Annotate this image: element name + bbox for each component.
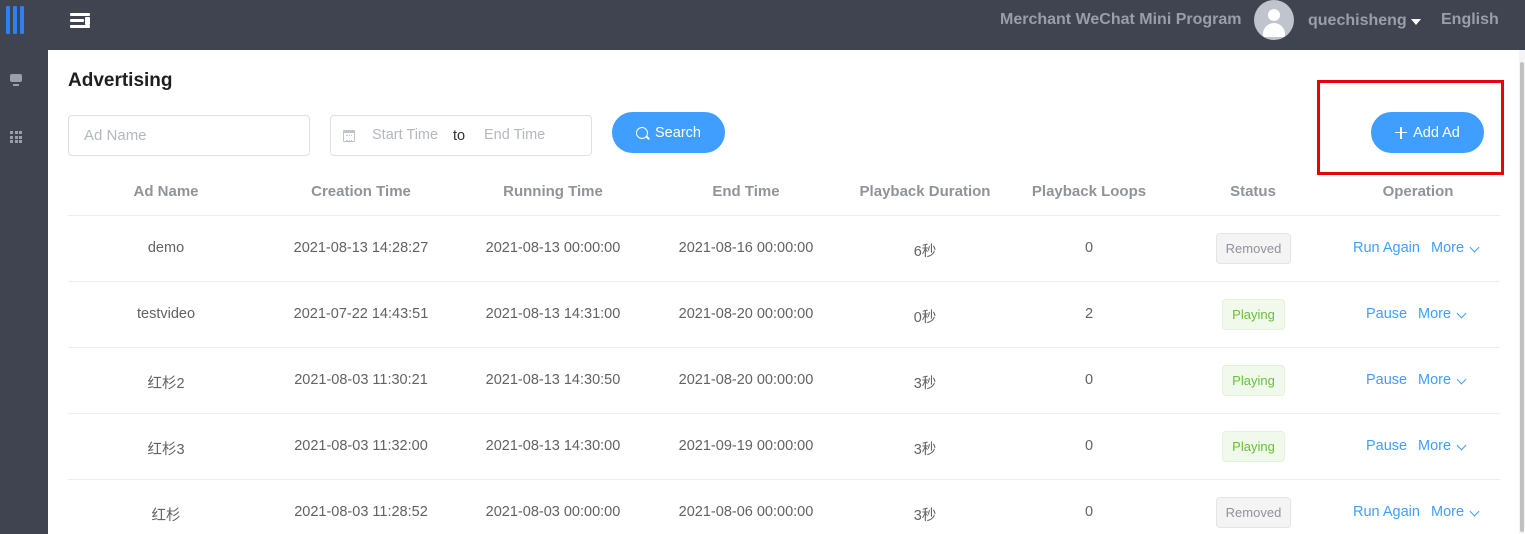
table-body: demo 2021-08-13 14:28:27 2021-08-13 00:0… [68,216,1500,534]
creation-time-cell: 2021-08-03 11:28:52 [294,504,428,520]
column-header-running-time: Running Time [503,183,603,200]
status-badge: Removed [1216,233,1291,264]
playback-loops-cell: 0 [1084,504,1094,520]
chevron-down-icon[interactable] [1469,506,1480,517]
running-time-cell: 2021-08-13 14:30:50 [485,372,621,388]
more-dropdown[interactable]: More [1418,306,1451,322]
creation-time-cell: 2021-07-22 14:43:51 [293,306,429,322]
search-button[interactable]: Search [612,112,725,153]
playback-loops-cell: 0 [1084,438,1094,454]
running-time-cell: 2021-08-13 14:30:00 [485,438,621,454]
status-badge: Removed [1216,497,1291,528]
end-time-cell: 2021-09-19 00:00:00 [678,438,814,454]
chevron-down-icon[interactable] [1456,440,1467,451]
range-separator: to [453,128,466,144]
status-badge: Playing [1222,365,1285,396]
column-header-creation-time: Creation Time [311,183,411,200]
ad-name-cell: demo [147,240,185,256]
ad-name-cell: testvideo [136,306,196,322]
playback-duration-cell: 6秒 [913,244,937,260]
more-dropdown[interactable]: More [1418,372,1451,388]
table-row: 红杉3 2021-08-03 11:32:00 2021-08-13 14:30… [68,414,1500,480]
chevron-down-icon[interactable] [1469,242,1480,253]
logo-icon[interactable] [5,6,31,34]
playback-loops-cell: 2 [1084,306,1094,322]
running-time-cell: 2021-08-03 00:00:00 [485,504,621,520]
playback-duration-cell: 0秒 [913,310,937,326]
end-time-cell: 2021-08-20 00:00:00 [678,372,814,388]
creation-time-cell: 2021-08-03 11:30:21 [294,372,428,388]
more-dropdown[interactable]: More [1431,240,1464,256]
more-dropdown[interactable]: More [1418,438,1451,454]
date-range-picker[interactable]: Start Time to End Time [330,115,592,156]
creation-time-cell: 2021-08-03 11:32:00 [294,438,428,454]
ad-name-cell: 红杉3 [147,442,185,458]
table-row: demo 2021-08-13 14:28:27 2021-08-13 00:0… [68,216,1500,282]
primary-action-link[interactable]: Run Again [1353,240,1420,256]
table-row: 红杉2 2021-08-03 11:30:21 2021-08-13 14:30… [68,348,1500,414]
playback-loops-cell: 0 [1084,240,1094,256]
primary-action-link[interactable]: Pause [1366,372,1407,388]
playback-loops-cell: 0 [1084,372,1094,388]
sidebar [0,0,48,534]
caret-down-icon[interactable] [1411,19,1421,25]
more-dropdown[interactable]: More [1431,504,1464,520]
table-row: testvideo 2021-07-22 14:43:51 2021-08-13… [68,282,1500,348]
ad-name-cell: 红杉2 [147,376,185,392]
table-header: Ad Name Creation Time Running Time End T… [68,170,1500,216]
program-title: Merchant WeChat Mini Program [1000,11,1242,28]
column-header-ad-name: Ad Name [133,183,199,200]
status-badge: Playing [1222,431,1285,462]
end-time-input[interactable]: End Time [484,127,545,143]
user-avatar-icon[interactable] [1254,0,1294,40]
end-time-cell: 2021-08-06 00:00:00 [678,504,814,520]
end-time-cell: 2021-08-16 00:00:00 [678,240,814,256]
playback-duration-cell: 3秒 [913,442,937,458]
playback-duration-cell: 3秒 [913,508,937,524]
search-icon [636,126,649,139]
chevron-down-icon[interactable] [1456,374,1467,385]
ad-name-cell: 红杉 [151,508,181,524]
chevron-down-icon[interactable] [1456,308,1467,319]
grid-icon[interactable] [10,131,22,143]
page-title: Advertising [68,70,173,91]
table-row: 红杉 2021-08-03 11:28:52 2021-08-03 00:00:… [68,480,1500,534]
column-header-status: Status [1230,183,1276,200]
calendar-icon [343,130,355,142]
ads-table: Ad Name Creation Time Running Time End T… [68,170,1500,534]
column-header-end-time: End Time [712,183,780,200]
start-time-input[interactable]: Start Time [372,127,438,143]
username[interactable]: quechisheng [1308,12,1407,30]
scrollbar-thumb[interactable] [1520,62,1524,532]
ad-name-input[interactable] [69,116,309,155]
primary-action-link[interactable]: Pause [1366,438,1407,454]
running-time-cell: 2021-08-13 00:00:00 [485,240,621,256]
language-switch[interactable]: English [1441,11,1499,29]
scrollbar[interactable] [1519,50,1525,534]
highlight-box [1317,80,1504,175]
menu-fold-icon[interactable] [70,13,90,29]
primary-action-link[interactable]: Pause [1366,306,1407,322]
primary-action-link[interactable]: Run Again [1353,504,1420,520]
ad-name-field [68,115,310,156]
top-bar: Merchant WeChat Mini Program quechisheng… [48,0,1525,50]
column-header-playback-loops: Playback Loops [1031,183,1147,200]
column-header-playback-duration: Playback Duration [859,183,991,200]
playback-duration-cell: 3秒 [913,376,937,392]
monitor-icon[interactable] [10,74,22,86]
search-button-label: Search [655,124,701,141]
column-header-operation: Operation [1382,183,1454,200]
creation-time-cell: 2021-08-13 14:28:27 [293,240,429,256]
end-time-cell: 2021-08-20 00:00:00 [678,306,814,322]
status-badge: Playing [1222,299,1285,330]
running-time-cell: 2021-08-13 14:31:00 [485,306,621,322]
